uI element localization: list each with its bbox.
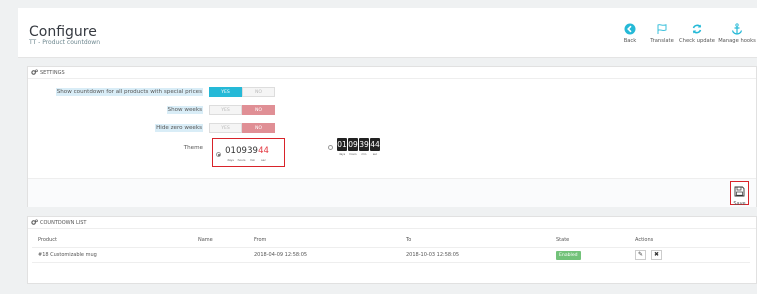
setting-row-theme: Theme — [28, 145, 209, 151]
settings-heading-text: SETTINGS — [40, 69, 65, 76]
page-header: Configure TT - Product countdown Back Tr… — [18, 8, 757, 58]
no-option[interactable]: NO — [242, 123, 275, 133]
no-option[interactable]: NO — [242, 87, 275, 97]
table-header-row: Product Name From To State Actions — [32, 233, 750, 248]
days-unit: days — [227, 158, 234, 162]
toolbar: Back Translate Check update Manage hooks — [613, 22, 757, 44]
theme-2-preview: 01 days 09 hours 39 min 44 sec — [337, 138, 380, 156]
back-label: Back — [623, 38, 637, 44]
product-cell: #18 Customizable mug — [32, 247, 198, 263]
countdown-list-heading-text: COUNTDOWN LIST — [40, 219, 87, 226]
actions-cell: ✎ ✖ — [635, 247, 750, 263]
save-button[interactable]: Save — [730, 181, 749, 207]
page-title: Configure — [29, 24, 97, 40]
sec-value: 44 — [370, 138, 380, 151]
save-label: Save — [733, 201, 746, 207]
countdown-table: Product Name From To State Actions #18 C… — [32, 233, 750, 263]
table-row: #18 Customizable mug 2018-04-09 12:58:05… — [32, 247, 750, 263]
anchor-icon — [731, 22, 743, 35]
hours-unit: hours — [237, 158, 246, 162]
from-cell: 2018-04-09 12:58:05 — [254, 247, 406, 263]
hide-zero-weeks-switch[interactable]: YES NO — [209, 123, 275, 133]
setting-label: Hide zero weeks — [155, 124, 203, 132]
theme-1-preview: 01 days 09 hours 39 min 44 sec — [225, 146, 269, 162]
yes-option[interactable]: YES — [209, 87, 242, 97]
settings-heading: SETTINGS — [28, 67, 756, 79]
back-button[interactable]: Back — [615, 22, 645, 44]
pencil-icon: ✎ — [637, 250, 644, 258]
show-weeks-switch[interactable]: YES NO — [209, 105, 275, 115]
delete-button[interactable]: ✖ — [651, 249, 662, 260]
hours-unit: hours — [349, 153, 357, 156]
days-unit: days — [338, 153, 346, 156]
yes-option[interactable]: YES — [209, 105, 242, 115]
flag-icon — [657, 23, 667, 34]
column-header: Actions — [635, 233, 750, 248]
min-unit: min — [249, 158, 256, 162]
translate-button[interactable]: Translate — [647, 22, 677, 44]
hours-value: 09 — [236, 146, 247, 156]
status-badge[interactable]: Enabled — [556, 250, 581, 260]
cogs-icon — [31, 219, 38, 225]
min-value: 39 — [359, 138, 369, 151]
theme-label: Theme — [183, 145, 203, 151]
settings-panel: SETTINGS Show countdown for all products… — [27, 66, 757, 207]
theme-option-2[interactable]: 01 days 09 hours 39 min 44 sec — [328, 138, 380, 156]
to-cell: 2018-10-03 12:58:05 — [406, 247, 556, 263]
no-option[interactable]: NO — [242, 105, 275, 115]
setting-row-hide-zero-weeks: Hide zero weeks YES NO — [28, 123, 275, 133]
setting-label: Show weeks — [166, 106, 203, 114]
manage-hooks-button[interactable]: Manage hooks — [717, 22, 757, 44]
manage-hooks-label: Manage hooks — [718, 38, 756, 44]
theme-option-1[interactable]: 01 days 09 hours 39 min 44 sec — [212, 138, 285, 167]
min-value: 39 — [247, 146, 258, 156]
page: Configure TT - Product countdown Back Tr… — [0, 0, 757, 294]
page-subtitle: TT - Product countdown — [29, 39, 101, 46]
close-icon: ✖ — [653, 250, 660, 258]
column-header: Name — [198, 233, 254, 248]
countdown-list-heading: COUNTDOWN LIST — [28, 217, 756, 229]
translate-label: Translate — [650, 38, 674, 44]
show-countdown-switch[interactable]: YES NO — [209, 87, 275, 97]
name-cell — [198, 247, 254, 263]
min-unit: min — [361, 153, 367, 156]
edit-button[interactable]: ✎ — [635, 249, 646, 260]
floppy-disk-icon — [734, 186, 745, 197]
refresh-icon — [692, 24, 702, 33]
theme-1-radio[interactable] — [216, 151, 221, 157]
column-header: To — [406, 233, 556, 248]
hours-value: 09 — [348, 138, 358, 151]
theme-2-radio[interactable] — [328, 144, 333, 150]
days-value: 01 — [225, 146, 236, 156]
check-update-button[interactable]: Check update — [679, 22, 715, 44]
setting-row-show-weeks: Show weeks YES NO — [28, 105, 275, 115]
column-header: From — [254, 233, 406, 248]
countdown-list-panel: COUNTDOWN LIST Product Name From To Stat… — [27, 216, 757, 284]
column-header: State — [556, 233, 635, 248]
setting-label: Show countdown for all products with spe… — [55, 88, 203, 96]
check-update-label: Check update — [679, 38, 715, 44]
settings-footer: Save — [28, 178, 756, 207]
yes-option[interactable]: YES — [209, 123, 242, 133]
back-circle-arrow-icon — [624, 23, 636, 34]
cogs-icon — [31, 69, 38, 75]
days-value: 01 — [337, 138, 347, 151]
sec-value: 44 — [258, 146, 269, 156]
state-cell: Enabled — [556, 247, 635, 263]
sec-unit: sec — [372, 153, 378, 156]
sec-unit: sec — [261, 158, 266, 162]
column-header: Product — [32, 233, 198, 248]
setting-row-show-countdown: Show countdown for all products with spe… — [28, 87, 275, 97]
